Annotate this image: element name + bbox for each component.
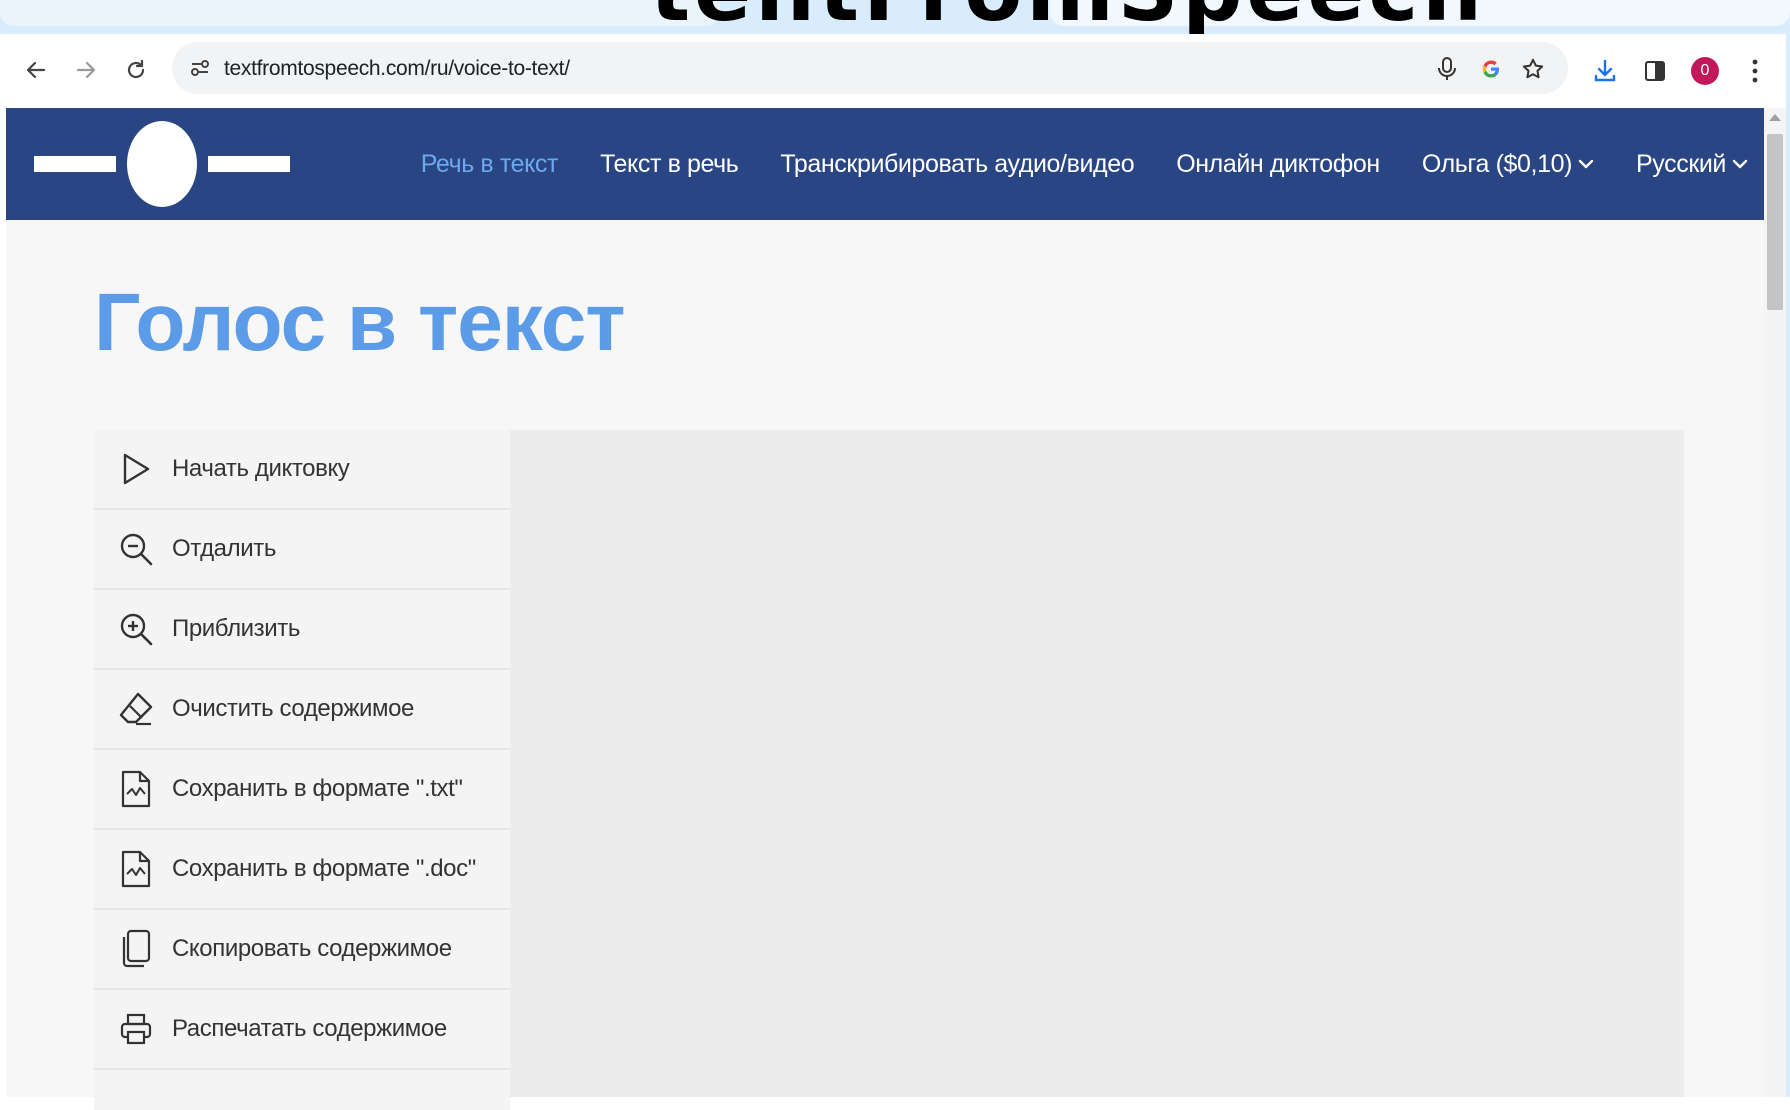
site-settings-icon xyxy=(191,60,209,76)
browser-tab-strip: tentFromSpeech xyxy=(0,0,1790,34)
print-content-button[interactable]: Распечатать содержимое xyxy=(94,990,510,1070)
downloads-button[interactable] xyxy=(1588,54,1622,88)
logo-icon xyxy=(34,121,290,207)
scrollbar-thumb[interactable] xyxy=(1767,134,1783,310)
url-text[interactable]: textfromtospeech.com/ru/voice-to-text/ xyxy=(224,57,570,81)
browser-tab[interactable] xyxy=(0,0,720,26)
profile-avatar: 0 xyxy=(1691,57,1719,85)
menu-item-label: Приблизить xyxy=(172,615,300,642)
menu-item-label: Отдалить xyxy=(172,535,276,562)
forward-arrow-icon xyxy=(76,61,96,79)
back-button[interactable] xyxy=(16,50,56,90)
main-nav: Речь в текст Текст в речь Транскрибирова… xyxy=(379,108,1748,220)
browser-menu-button[interactable] xyxy=(1738,54,1772,88)
google-icon xyxy=(1482,60,1499,78)
nav-account-dropdown[interactable]: Ольга ($0,10) xyxy=(1422,150,1594,179)
nav-speech-to-text[interactable]: Речь в текст xyxy=(421,150,559,179)
reload-button[interactable] xyxy=(116,50,156,90)
menu-item-label: Сохранить в формате ".txt" xyxy=(172,775,463,802)
menu-item-label: Сохранить в формате ".doc" xyxy=(172,855,476,882)
file-doc-icon xyxy=(116,849,156,889)
page-scrollbar[interactable] xyxy=(1764,108,1786,1097)
start-dictation-button[interactable]: Начать диктовку xyxy=(94,430,510,510)
zoom-out-icon xyxy=(116,529,156,569)
save-doc-button[interactable]: Сохранить в формате ".doc" xyxy=(94,830,510,910)
menu-item-label: Скопировать содержимое xyxy=(172,935,452,962)
side-panel-button[interactable] xyxy=(1638,54,1672,88)
bookmark-button[interactable] xyxy=(1518,54,1548,84)
page-content: Голос в текст Начать диктовку Отдалить П… xyxy=(6,220,1764,1110)
nav-text-to-speech[interactable]: Текст в речь xyxy=(600,150,739,179)
site-logo[interactable] xyxy=(32,118,292,210)
side-panel-icon xyxy=(1645,61,1665,81)
text-editor[interactable] xyxy=(510,430,1684,1097)
file-txt-icon xyxy=(116,769,156,809)
forward-button[interactable] xyxy=(66,50,106,90)
chevron-down-icon xyxy=(1578,159,1594,169)
menu-item-label: Очистить содержимое xyxy=(172,695,414,722)
browser-toolbar: textfromtospeech.com/ru/voice-to-text/ 0 xyxy=(0,34,1790,108)
nav-transcribe[interactable]: Транскрибировать аудио/видео xyxy=(780,150,1134,179)
kebab-menu-icon xyxy=(1752,59,1758,83)
site-info-button[interactable] xyxy=(186,54,214,82)
copy-icon xyxy=(116,929,156,969)
download-icon xyxy=(1594,59,1616,82)
scroll-up-arrow-icon[interactable] xyxy=(1769,114,1781,121)
zoom-in-button[interactable]: Приблизить xyxy=(94,590,510,670)
page-title: Голос в текст xyxy=(94,277,626,368)
menu-item-label: Начать диктовку xyxy=(172,455,350,482)
printer-icon xyxy=(116,1009,156,1049)
microphone-icon xyxy=(1438,57,1456,80)
star-icon xyxy=(1522,58,1544,79)
copy-content-button[interactable]: Скопировать содержимое xyxy=(94,910,510,990)
voice-search-button[interactable] xyxy=(1432,54,1462,84)
tools-menu: Начать диктовку Отдалить Приблизить Очис… xyxy=(94,430,510,1110)
site-header: Речь в текст Текст в речь Транскрибирова… xyxy=(6,108,1764,220)
reload-icon xyxy=(127,59,145,79)
nav-language-dropdown[interactable]: Русский xyxy=(1636,150,1748,179)
chevron-down-icon xyxy=(1732,159,1748,169)
profile-button[interactable]: 0 xyxy=(1688,54,1722,88)
google-lens-button[interactable] xyxy=(1476,54,1506,84)
save-txt-button[interactable]: Сохранить в формате ".txt" xyxy=(94,750,510,830)
nav-online-recorder[interactable]: Онлайн диктофон xyxy=(1176,150,1380,179)
eraser-icon xyxy=(116,689,156,729)
clear-content-button[interactable]: Очистить содержимое xyxy=(94,670,510,750)
menu-item-partial[interactable] xyxy=(94,1070,510,1110)
play-icon xyxy=(116,449,156,489)
banner-text: tentFromSpeech xyxy=(650,0,1486,34)
menu-item-label: Распечатать содержимое xyxy=(172,1015,447,1042)
back-arrow-icon xyxy=(26,61,46,79)
zoom-out-button[interactable]: Отдалить xyxy=(94,510,510,590)
address-bar[interactable]: textfromtospeech.com/ru/voice-to-text/ xyxy=(172,42,1568,94)
zoom-in-icon xyxy=(116,609,156,649)
window-edge xyxy=(1786,34,1790,1097)
